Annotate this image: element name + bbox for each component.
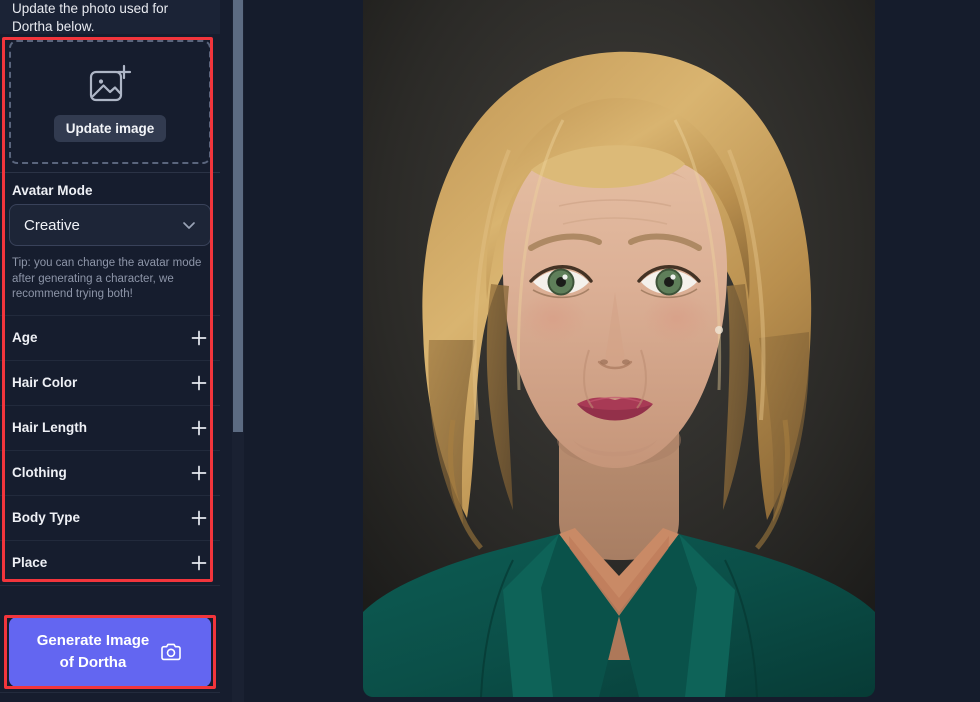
accordion-label: Place [12, 555, 48, 570]
plus-icon[interactable] [190, 509, 208, 527]
generate-button-line-1: Generate Image [36, 632, 150, 649]
accordion-label: Body Type [12, 510, 81, 525]
plus-icon[interactable] [190, 329, 208, 347]
avatar-photo[interactable] [363, 0, 875, 697]
avatar-mode-select-wrapper: Creative [9, 204, 211, 246]
avatar-mode-tip: Tip: you can change the avatar mode afte… [12, 257, 202, 300]
sidebar-scroll-content: Update the photo used for Dortha below. … [0, 0, 220, 603]
avatar-preview-pane [244, 0, 980, 702]
image-plus-icon [88, 63, 132, 105]
accordion-label: Hair Color [12, 375, 78, 390]
generate-button-label: Generate Image of Dortha [37, 630, 150, 674]
accordion-label: Hair Length [12, 420, 88, 435]
avatar-mode-selected-value: Creative [24, 216, 80, 234]
generate-image-button[interactable]: Generate Image of Dortha [9, 617, 211, 687]
avatar-mode-select[interactable]: Creative [9, 204, 211, 246]
accordion-item-body-type[interactable]: Body Type [0, 494, 220, 540]
camera-icon [159, 640, 183, 664]
accordion-item-hair-color[interactable]: Hair Color [0, 359, 220, 405]
image-upload-dropzone[interactable]: Update image [9, 40, 211, 164]
plus-icon[interactable] [190, 374, 208, 392]
panel-intro-text: Update the photo used for Dortha below. [0, 0, 220, 34]
avatar-settings-screen: Update the photo used for Dortha below. … [0, 0, 980, 702]
sidebar-bottom-divider [0, 692, 220, 702]
generate-button-line-2: of Dortha [59, 654, 127, 671]
accordion-label: Age [12, 330, 38, 345]
panel-intro-line-1: Update the photo used for [12, 1, 169, 16]
sidebar-scrollbar-thumb[interactable] [233, 0, 243, 432]
plus-icon[interactable] [190, 419, 208, 437]
settings-sidebar: Update the photo used for Dortha below. … [0, 0, 232, 702]
plus-icon[interactable] [190, 554, 208, 572]
accordion-item-clothing[interactable]: Clothing [0, 449, 220, 495]
accordion-item-next-clipped[interactable] [0, 584, 220, 603]
accordion-label: Clothing [12, 465, 67, 480]
accordion-item-age[interactable]: Age [0, 314, 220, 360]
plus-icon[interactable] [190, 464, 208, 482]
panel-intro-line-2: Dortha below. [12, 19, 95, 34]
generate-button-wrapper: Generate Image of Dortha [0, 617, 220, 687]
update-image-button[interactable]: Update image [53, 114, 167, 142]
accordion-item-place[interactable]: Place [0, 539, 220, 585]
avatar-mode-label: Avatar Mode [12, 183, 93, 198]
accordion-item-hair-length[interactable]: Hair Length [0, 404, 220, 450]
